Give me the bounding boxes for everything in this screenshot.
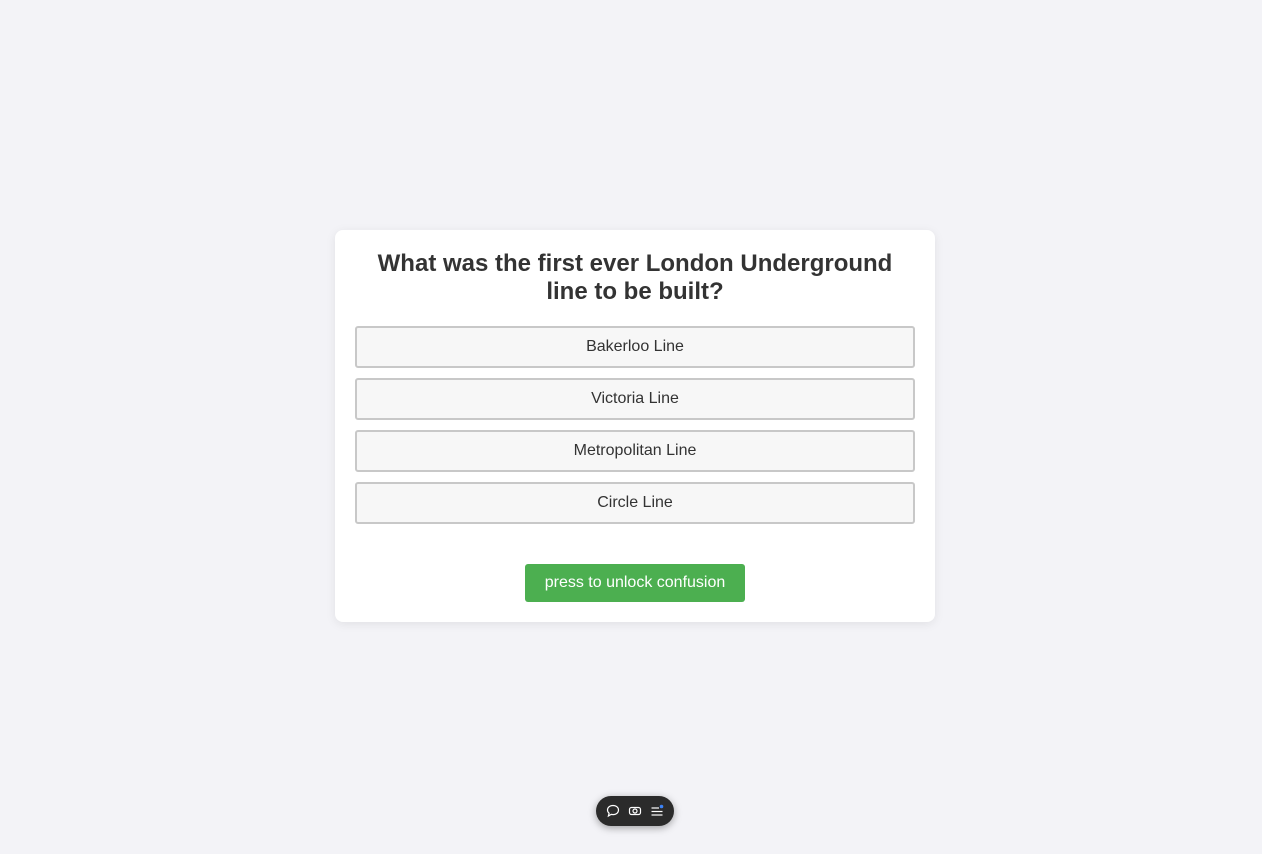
floating-toolbar — [596, 796, 674, 826]
notification-dot — [659, 804, 664, 809]
answer-option-bakerloo[interactable]: Bakerloo Line — [355, 326, 915, 368]
chat-icon[interactable] — [605, 803, 621, 819]
answer-option-metropolitan[interactable]: Metropolitan Line — [355, 430, 915, 472]
quiz-card: What was the first ever London Undergrou… — [335, 230, 935, 622]
unlock-confusion-button[interactable]: press to unlock confusion — [525, 564, 745, 602]
menu-icon[interactable] — [649, 803, 665, 819]
camera-icon[interactable] — [627, 803, 643, 819]
answer-options: Bakerloo Line Victoria Line Metropolitan… — [355, 326, 915, 534]
answer-option-victoria[interactable]: Victoria Line — [355, 378, 915, 420]
quiz-question: What was the first ever London Undergrou… — [377, 250, 893, 305]
answer-option-circle[interactable]: Circle Line — [355, 482, 915, 524]
page: What was the first ever London Undergrou… — [0, 0, 1262, 854]
